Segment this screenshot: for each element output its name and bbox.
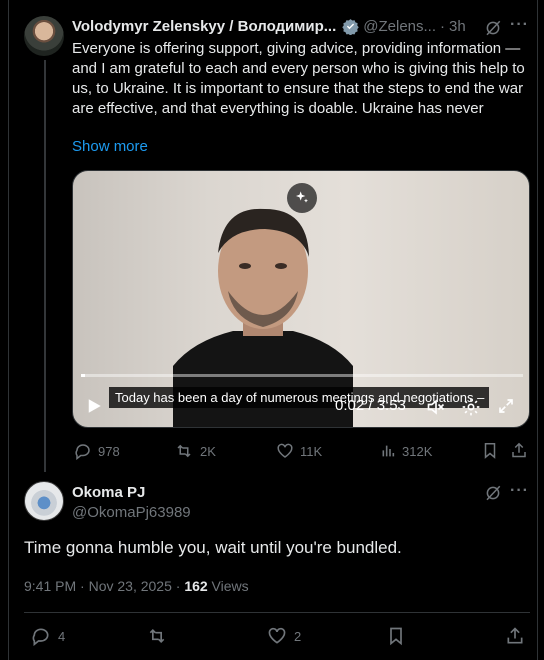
thread-line (44, 60, 46, 472)
tweet-header: Volodymyr Zelenskyy / Володимир... @Zele… (72, 18, 466, 35)
mute-icon[interactable] (425, 397, 447, 417)
reply-views-label: Views (207, 578, 249, 594)
reply-views-count: 162 (184, 578, 208, 594)
more-icon[interactable]: ··· (510, 16, 529, 34)
divider (24, 612, 530, 613)
reply-timestamp[interactable]: 9:41 PM · Nov 23, 2025 · (24, 578, 184, 594)
share-icon[interactable] (505, 626, 525, 646)
verified-badge-icon (342, 19, 359, 35)
tweet-text: Everyone is offering support, giving adv… (72, 40, 525, 117)
reply-like-count: 2 (294, 628, 302, 644)
view-count: 312K (402, 443, 433, 459)
reply-text: Time gonna humble you, wait until you're… (24, 538, 402, 557)
fullscreen-icon[interactable] (497, 397, 515, 415)
video-player[interactable]: Today has been a day of numerous meeting… (72, 170, 530, 428)
sparkle-icon[interactable] (287, 183, 317, 213)
show-more-link[interactable]: Show more (72, 138, 148, 155)
reply-count: 978 (98, 443, 120, 459)
tweet-age[interactable]: 3h (449, 18, 466, 35)
bookmark-icon[interactable] (481, 441, 499, 460)
reply-author-avatar[interactable] (24, 481, 64, 521)
bookmark-icon[interactable] (386, 626, 406, 646)
reply-repost-action[interactable] (146, 626, 174, 646)
settings-icon[interactable] (461, 397, 481, 417)
repost-count: 2K (200, 443, 216, 459)
more-icon[interactable]: ··· (510, 482, 529, 500)
author-handle[interactable]: @Zelens... (363, 18, 436, 35)
reply-like-action[interactable]: 2 (266, 626, 301, 646)
reply-reply-action[interactable]: 4 (30, 626, 65, 646)
author-avatar[interactable] (24, 16, 64, 56)
grok-icon[interactable] (484, 484, 502, 502)
reply-meta: 9:41 PM · Nov 23, 2025 · 162 Views (24, 578, 249, 594)
repost-icon (177, 444, 191, 458)
views-icon (382, 445, 395, 457)
repost-action[interactable]: 2K (174, 442, 216, 460)
repost-icon (149, 628, 165, 644)
video-time: 0:02 / 3:53 (335, 397, 406, 414)
separator-dot: · (440, 18, 446, 35)
like-icon (277, 443, 293, 458)
reply-author-name[interactable]: Okoma PJ (72, 484, 145, 501)
like-icon (268, 627, 286, 644)
like-action[interactable]: 11K (276, 442, 322, 460)
grok-icon[interactable] (484, 19, 502, 37)
video-progress-fill (81, 374, 86, 377)
like-count: 11K (300, 443, 323, 459)
reply-action[interactable]: 978 (74, 442, 120, 460)
video-progress-bar[interactable] (81, 374, 523, 377)
share-icon[interactable] (510, 441, 528, 460)
views-action[interactable]: 312K (380, 442, 432, 460)
play-icon[interactable] (85, 397, 103, 415)
reply-icon (32, 628, 49, 646)
reply-author-handle[interactable]: @OkomaPj63989 (72, 504, 191, 521)
reply-icon (75, 444, 90, 460)
author-name[interactable]: Volodymyr Zelenskyy / Володимир... (72, 18, 336, 35)
reply-reply-count: 4 (58, 628, 66, 644)
